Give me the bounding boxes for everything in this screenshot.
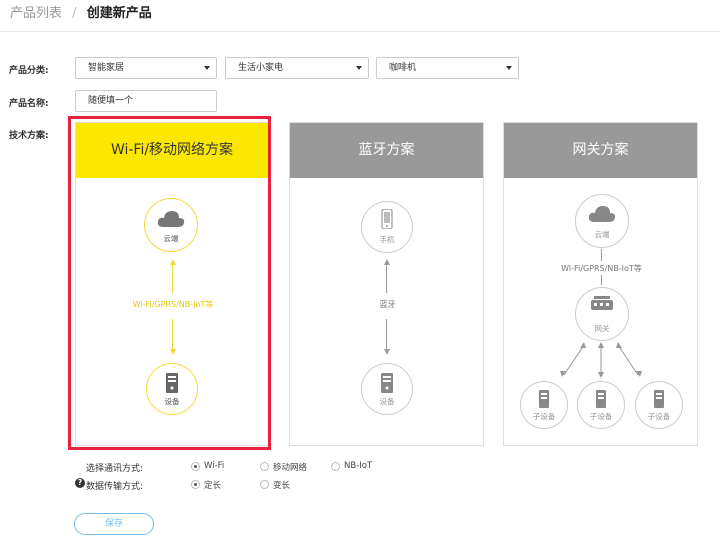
cloud-label: 云端: [594, 230, 610, 239]
radio-nbiot[interactable]: [331, 462, 340, 471]
radio-variable-length[interactable]: [260, 480, 269, 489]
radio-fixed-length[interactable]: [191, 480, 200, 489]
plan-title-bluetooth: 蓝牙方案: [290, 123, 483, 178]
breadcrumb-separator: /: [72, 6, 77, 21]
link-line: [386, 319, 387, 349]
plan-card-bluetooth[interactable]: 蓝牙方案 手机 蓝牙 设备: [289, 122, 484, 446]
sub-device-node: 子设备: [520, 381, 568, 429]
tech-label: 技术方案:: [9, 131, 49, 141]
plan-card-gateway[interactable]: 网关方案 云端 Wi-Fi/GPRS/NB-IoT等 网关 子设备 子设备 子设…: [503, 122, 698, 446]
gateway-links: [560, 342, 642, 378]
device-label: 设备: [379, 397, 395, 406]
plan-title-gateway: 网关方案: [504, 123, 697, 178]
category-select-1[interactable]: 智能家居: [75, 57, 217, 79]
help-icon[interactable]: ?: [75, 478, 85, 488]
radio-mobile-label: 移动网络: [273, 463, 308, 473]
arrow-up: [384, 259, 390, 265]
radio-nbiot-label: NB-IoT: [344, 461, 373, 471]
caret-down-icon: [356, 66, 362, 70]
device-node: 设备: [361, 363, 413, 415]
sub-device-label: 子设备: [589, 412, 613, 421]
link-label: 蓝牙: [379, 300, 396, 309]
selected-plan-frame: [68, 116, 271, 450]
sub-device-label: 子设备: [647, 412, 671, 421]
link-line: [601, 249, 602, 261]
link-line: [386, 265, 387, 293]
breadcrumb: 产品列表 / 创建新产品: [10, 4, 152, 24]
radio-fixed-length-label: 定长: [204, 481, 222, 491]
phone-node: 手机: [361, 201, 413, 253]
header-divider: [0, 31, 720, 32]
device-icon: [539, 390, 549, 408]
sub-device-node: 子设备: [577, 381, 625, 429]
comm-label: 选择通讯方式:: [86, 464, 144, 474]
phone-label: 手机: [379, 235, 395, 244]
category-select-2-value: 生活小家电: [238, 63, 284, 73]
link-label: Wi-Fi/GPRS/NB-IoT等: [561, 264, 642, 273]
category-select-3-value: 咖啡机: [389, 63, 417, 73]
name-label: 产品名称:: [9, 99, 49, 109]
product-name-input[interactable]: 随便填一个: [75, 90, 217, 112]
phone-icon: [381, 209, 393, 229]
transfer-label: 数据传输方式:: [86, 482, 144, 492]
sub-device-label: 子设备: [532, 412, 556, 421]
page-title: 创建新产品: [86, 6, 152, 21]
link-line: [601, 275, 602, 285]
gateway-label: 网关: [594, 324, 610, 333]
cloud-node: 云端: [575, 194, 629, 248]
category-label: 产品分类:: [9, 66, 49, 76]
gateway-node: 网关: [575, 287, 629, 341]
device-icon: [596, 390, 606, 408]
sub-device-node: 子设备: [635, 381, 683, 429]
category-select-1-value: 智能家居: [88, 63, 125, 73]
category-select-3[interactable]: 咖啡机: [376, 57, 519, 79]
device-icon: [654, 390, 664, 408]
caret-down-icon: [204, 66, 210, 70]
arrow-down: [384, 349, 390, 355]
gateway-icon: [591, 296, 613, 310]
breadcrumb-product-list[interactable]: 产品列表: [10, 6, 62, 21]
radio-mobile[interactable]: [260, 462, 269, 471]
radio-variable-length-label: 变长: [273, 481, 291, 491]
radio-wifi[interactable]: [191, 462, 200, 471]
save-button[interactable]: 保存: [74, 513, 154, 535]
cloud-icon: [588, 206, 616, 222]
radio-wifi-label: Wi-Fi: [204, 461, 225, 471]
device-icon: [381, 373, 393, 393]
caret-down-icon: [506, 66, 512, 70]
category-select-2[interactable]: 生活小家电: [225, 57, 369, 79]
